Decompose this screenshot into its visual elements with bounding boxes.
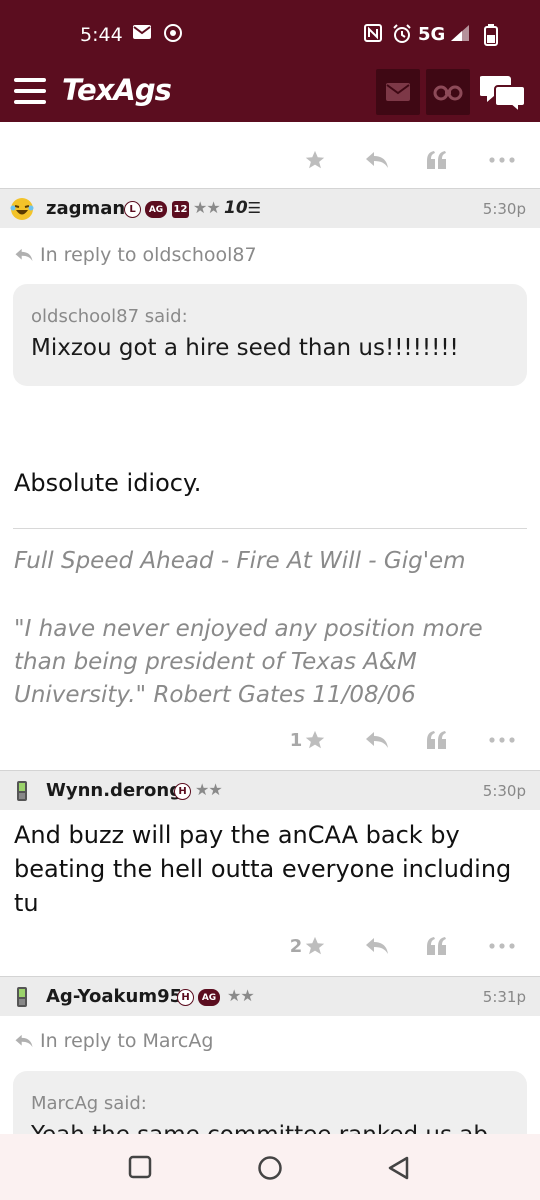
battery-icon — [484, 24, 498, 50]
binoculars-icon[interactable] — [426, 69, 470, 115]
app-logo[interactable]: TexAgs — [62, 73, 172, 107]
reply-to-link[interactable]: In reply to MarcAg — [14, 1030, 213, 1052]
tenure-bars-icon: ☰ — [247, 199, 262, 217]
reply-to-link[interactable]: In reply to oldschool87 — [14, 244, 257, 266]
badge-ag: AG — [145, 201, 167, 218]
reply-arrow-icon — [15, 1034, 33, 1048]
reply-to-text: In reply to oldschool87 — [40, 244, 257, 266]
badge-12: 12 — [172, 201, 189, 218]
quote-text: Yeah the same committee ranked us ab — [31, 1122, 509, 1134]
quote-author: oldschool87 said: — [31, 306, 188, 327]
star-button[interactable]: 1 — [284, 720, 332, 760]
post-actions: 2 — [0, 926, 540, 966]
chat-bubbles-icon[interactable] — [479, 72, 526, 115]
laughing-emoji-avatar[interactable] — [10, 197, 34, 221]
quote-icon[interactable] — [422, 926, 452, 966]
username[interactable]: Wynn.derong — [46, 780, 182, 801]
thread-feed[interactable]: zagman L AG 12 ★★ 10☰ 5:30p In reply to … — [0, 122, 540, 1134]
quote-author: MarcAg said: — [31, 1093, 147, 1114]
signal-icon — [450, 24, 470, 46]
home-icon[interactable] — [257, 1155, 283, 1185]
star-count: 1 — [289, 729, 303, 751]
post-time: 5:30p — [482, 200, 526, 218]
more-icon[interactable] — [486, 720, 518, 760]
star-icon — [306, 730, 325, 749]
signature-quote: "I have never enjoyed any position more … — [14, 616, 483, 708]
post-time: 5:31p — [482, 988, 526, 1006]
more-icon[interactable] — [486, 140, 518, 180]
mail-icon — [132, 24, 152, 44]
reply-icon[interactable] — [360, 926, 394, 966]
quote-icon[interactable] — [422, 720, 452, 760]
chrome-icon — [164, 24, 182, 46]
star-count: 2 — [289, 935, 303, 957]
star-button[interactable]: 2 — [284, 926, 332, 966]
recents-icon[interactable] — [128, 1155, 152, 1183]
username[interactable]: Ag-Yoakum95 — [46, 986, 182, 1007]
menu-icon[interactable] — [14, 78, 46, 104]
status-time: 5:44 — [80, 24, 123, 46]
post-body: And buzz will pay the anCAA back by beat… — [14, 821, 512, 917]
star-icon[interactable] — [300, 140, 330, 180]
badge-l: L — [124, 201, 141, 218]
quote-block: oldschool87 said: Mixzou got a hire seed… — [13, 284, 527, 386]
signature-line-1: Full Speed Ahead - Fire At Will - Gig'em — [14, 548, 466, 574]
status-bar: 5:44 5G — [0, 0, 540, 64]
more-icon[interactable] — [486, 926, 518, 966]
phone-avatar-icon[interactable] — [10, 985, 34, 1009]
quote-icon[interactable] — [422, 140, 452, 180]
rank-stars: ★★ — [227, 986, 255, 1005]
post-actions — [0, 140, 540, 180]
star-icon — [306, 936, 325, 955]
badge-ag: AG — [198, 989, 220, 1006]
quote-block: MarcAg said: Yeah the same committee ran… — [13, 1071, 527, 1134]
post-actions: 1 — [0, 720, 540, 760]
back-icon[interactable] — [386, 1155, 412, 1185]
top-bar: 5:44 5G TexAgs — [0, 0, 540, 122]
post-time: 5:30p — [482, 782, 526, 800]
tenure-number: 10 — [224, 198, 248, 218]
reply-icon[interactable] — [360, 140, 394, 180]
envelope-icon[interactable] — [376, 69, 420, 115]
quote-text: Mixzou got a hire seed than us!!!!!!!! — [31, 335, 459, 361]
system-nav-bar — [0, 1134, 540, 1200]
rank-stars: ★★ — [193, 198, 221, 217]
reply-arrow-icon — [15, 248, 33, 262]
post-header: zagman L AG 12 ★★ 10☰ 5:30p — [0, 188, 540, 228]
signature-divider — [13, 528, 527, 529]
post-body: Absolute idiocy. — [14, 469, 202, 497]
phone-avatar-icon[interactable] — [10, 779, 34, 803]
badge-h: H — [174, 783, 191, 800]
network-type: 5G — [418, 24, 446, 45]
tenure-badge: 10☰ — [224, 198, 261, 218]
reply-icon[interactable] — [360, 720, 394, 760]
alarm-icon — [392, 24, 412, 48]
post-header: Ag-Yoakum95 H AG ★★ 5:31p — [0, 976, 540, 1016]
username[interactable]: zagman — [46, 198, 125, 219]
badge-h: H — [177, 989, 194, 1006]
post-header: Wynn.derong H ★★ 5:30p — [0, 770, 540, 810]
nfc-icon — [364, 24, 382, 46]
rank-stars: ★★ — [195, 780, 223, 799]
app-bar: TexAgs — [0, 64, 540, 122]
reply-to-text: In reply to MarcAg — [40, 1030, 214, 1052]
